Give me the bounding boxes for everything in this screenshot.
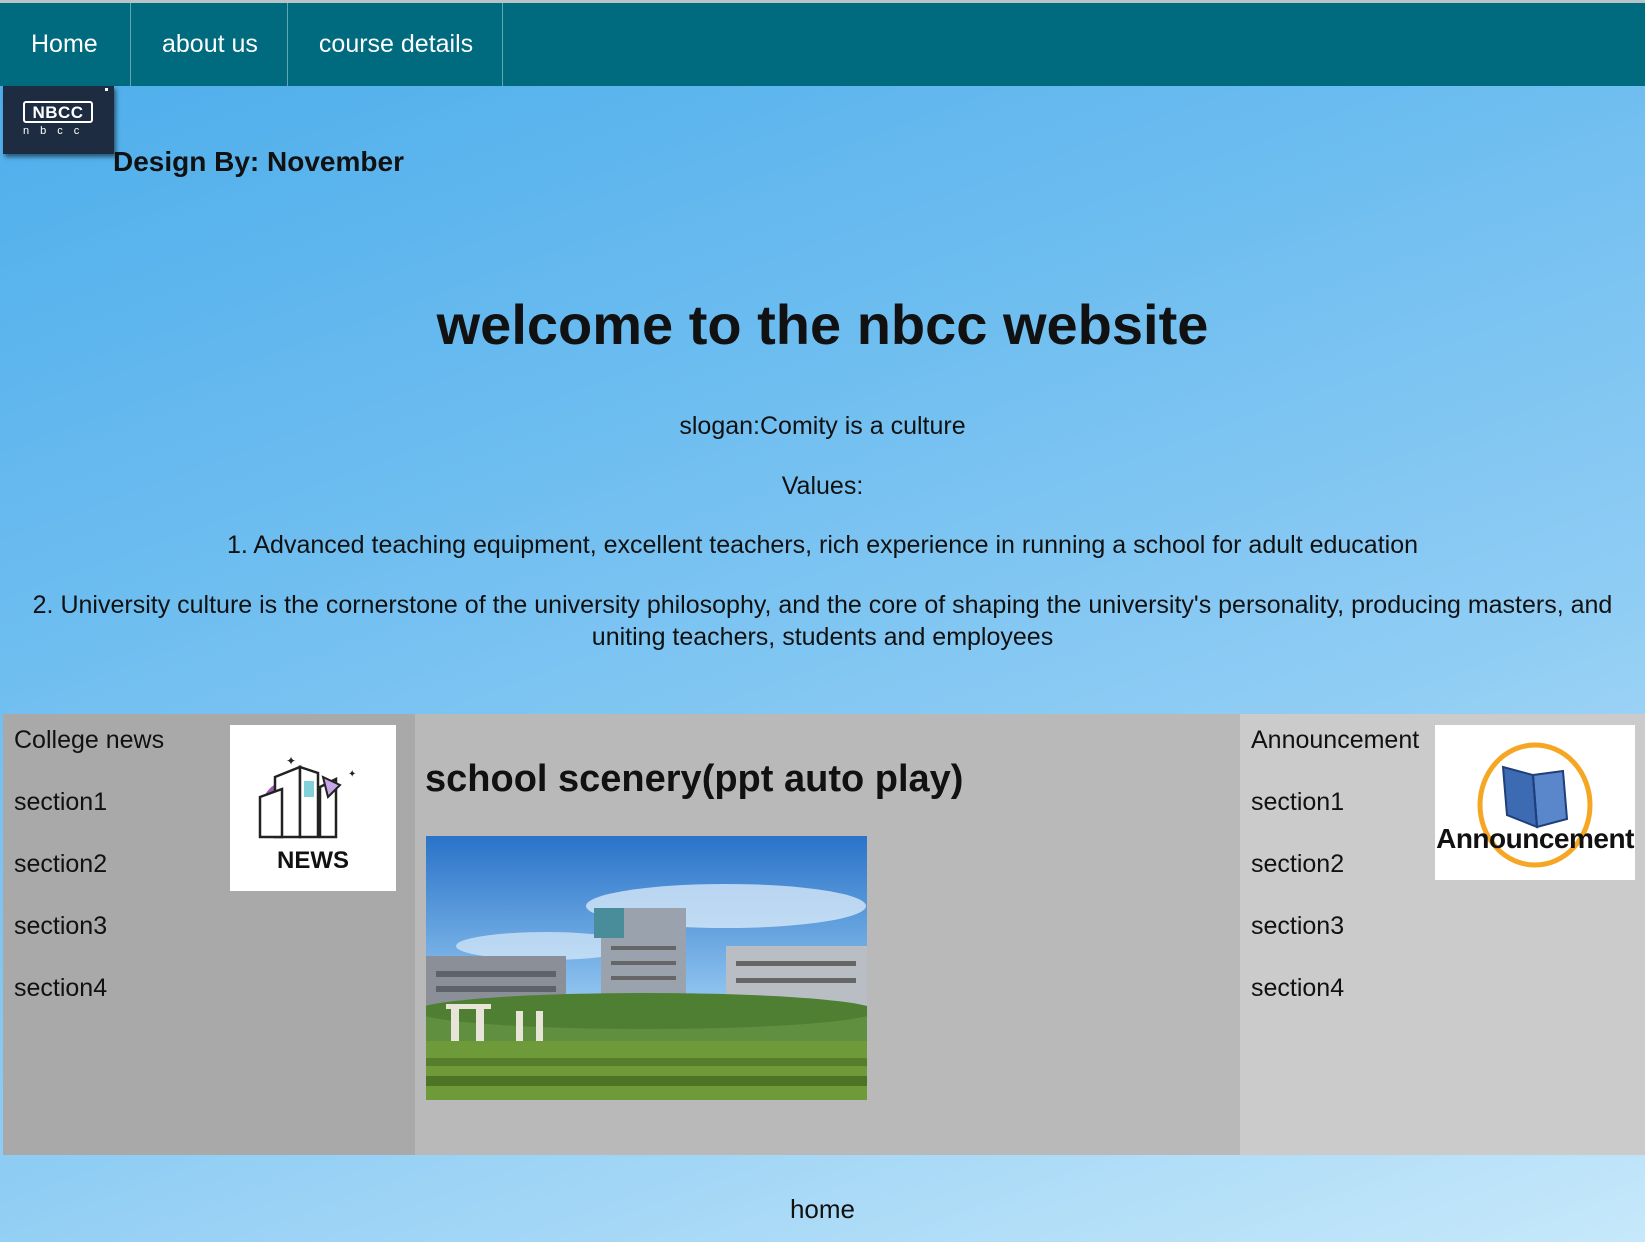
news-image-label: NEWS [277,847,349,874]
announcement-heading: Announcement [1251,726,1420,754]
book-icon [1477,742,1593,868]
nav-course-details[interactable]: course details [288,3,504,86]
nav-about-us[interactable]: about us [131,3,288,86]
footer-home-link[interactable]: home [0,1194,1645,1225]
announcement-panel: Announcement section1 section2 section3 … [1240,714,1645,1155]
announcement-image: Announcement [1435,725,1635,880]
announcement-section-link[interactable]: section2 [1251,850,1344,879]
announcement-section-link[interactable]: section1 [1251,788,1344,817]
news-image: ✦ ✦ NEWS [230,725,396,891]
design-by: Design By: November [113,146,404,177]
logo-dot [105,88,108,91]
value-item-1: 1. Advanced teaching equipment, excellen… [226,531,1419,559]
news-section-link[interactable]: section2 [14,850,107,879]
value-item-2: 2. University culture is the cornerstone… [32,591,1613,651]
page-title: welcome to the nbcc website [436,293,1209,356]
slogan: slogan:Comity is a culture [679,412,966,440]
logo-subtext: nbcc [23,125,91,137]
nav-home[interactable]: Home [0,3,131,86]
news-section-link[interactable]: section3 [14,912,107,941]
college-news-panel: College news section1 section2 section3 … [3,714,415,1155]
scenery-heading: school scenery(ppt auto play) [425,758,964,800]
top-navigation: Home about us course details [0,0,1645,86]
values-label: Values: [781,472,864,500]
news-section-link[interactable]: section1 [14,788,107,817]
svg-text:✦: ✦ [348,769,356,780]
announcement-image-label: Announcement [1436,823,1634,854]
news-section-link[interactable]: section4 [14,974,107,1003]
announcement-section-link[interactable]: section3 [1251,912,1344,941]
school-scenery-panel: school scenery(ppt auto play) [415,714,1240,1155]
nbcc-logo: NBCC nbcc [3,86,114,154]
school-scenery-photo [426,836,867,1100]
logo-text: NBCC [23,101,93,123]
svg-text:✦: ✦ [286,754,296,768]
announcement-section-link[interactable]: section4 [1251,974,1344,1003]
college-news-heading: College news [14,726,165,754]
